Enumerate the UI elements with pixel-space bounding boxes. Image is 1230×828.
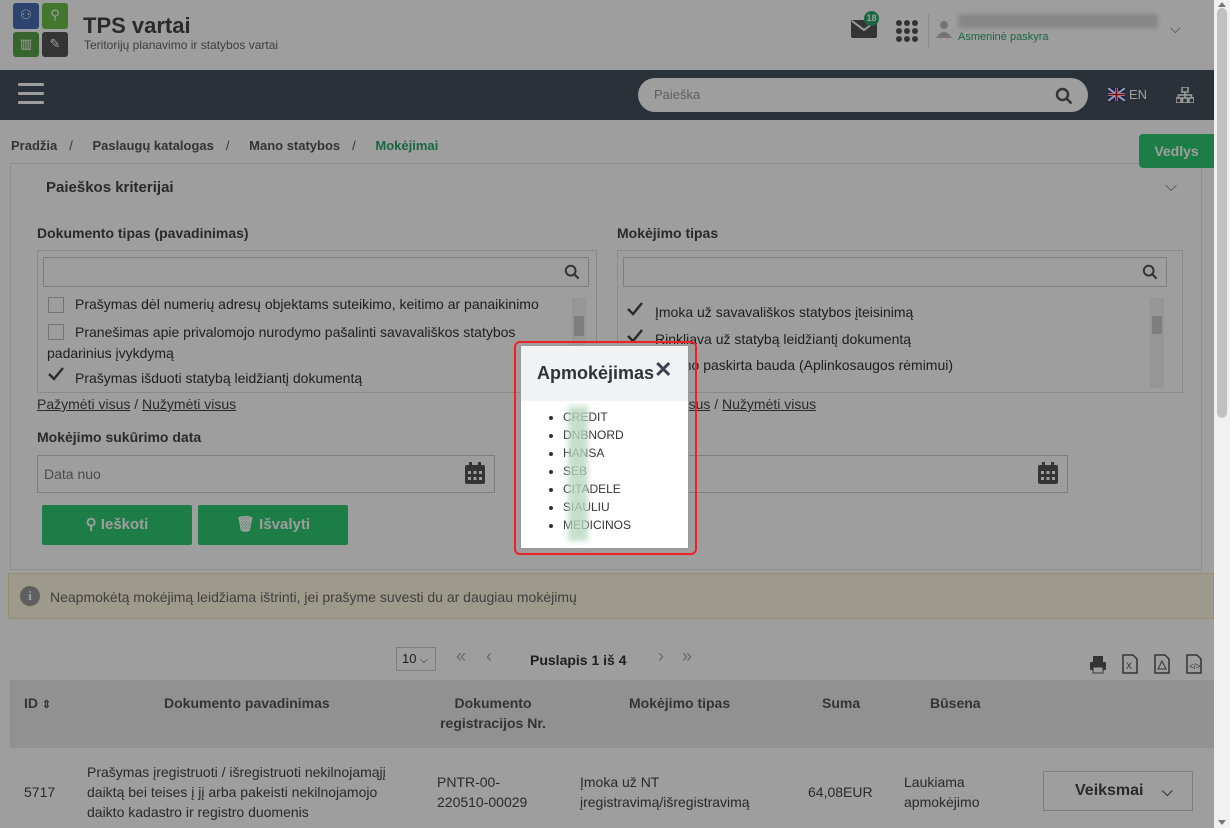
scrollbar-thumb[interactable] <box>1217 8 1227 418</box>
page-scrollbar[interactable] <box>1214 0 1230 828</box>
close-icon[interactable]: ✕ <box>654 359 672 381</box>
modal-title: Apmokėjimas <box>537 363 655 383</box>
redacted-bank-logos <box>568 406 588 541</box>
modal-header: Apmokėjimas ✕ <box>521 346 688 401</box>
payment-modal: Apmokėjimas ✕ CREDIT DNBNORD HANSA SEB C… <box>520 345 689 549</box>
scroll-down-icon[interactable] <box>1218 820 1226 825</box>
page: ⚇ ⚲ ▥ ✎ TPS vartai Teritorijų planavimo … <box>0 0 1230 828</box>
scroll-up-icon[interactable] <box>1218 2 1226 7</box>
